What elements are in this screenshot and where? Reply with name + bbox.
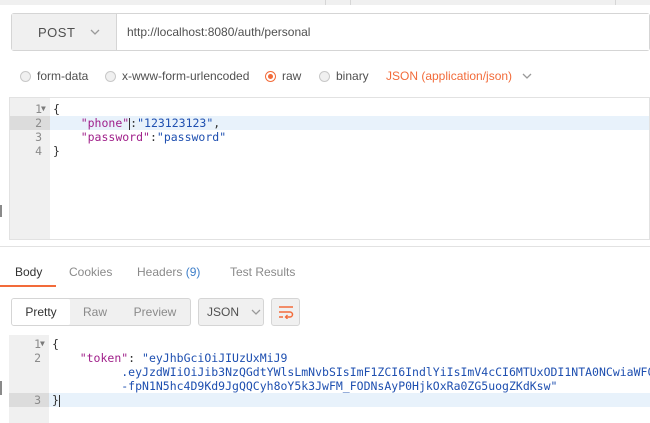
method-label: POST (38, 24, 76, 40)
option-label: binary (336, 69, 369, 83)
binary-option[interactable]: binary (319, 69, 369, 83)
text-cursor (58, 394, 60, 407)
pretty-button[interactable]: Pretty (12, 299, 70, 325)
comma: , (213, 116, 221, 130)
json-string-continued: -fpN1N5hc4D9Kd9JgQQCyh8oY5k3JwFM_FODNsAy… (121, 379, 558, 393)
radio-icon[interactable] (319, 70, 330, 82)
raw-option[interactable]: raw (265, 69, 301, 83)
code-line: 2 "token": "eyJhbGciOiJIUzUxMiJ9 (9, 351, 650, 365)
body-type-options: form-data x-www-form-urlencoded raw bina… (0, 62, 650, 90)
edge-marker (0, 205, 2, 217)
response-format-select[interactable]: JSON (198, 298, 264, 326)
chevron-down-icon (251, 309, 261, 315)
json-string-continued: .eyJzdWIiOiJib3NzQGdtYWlsLmNvbSIsImF1ZCI… (121, 365, 650, 379)
tab-headers[interactable]: Headers (9) (137, 265, 200, 279)
request-body-editor[interactable]: 1 ▼ { 2 "phone":"123123123", 3 "password… (9, 97, 650, 240)
response-view-toggle: Pretty Raw Preview (11, 298, 191, 326)
wrap-lines-icon (278, 306, 293, 319)
chevron-down-icon (90, 29, 100, 35)
radio-icon[interactable] (20, 70, 31, 82)
option-label: raw (282, 69, 302, 83)
tab-strip (0, 0, 650, 5)
pane-divider[interactable] (0, 246, 650, 247)
method-select[interactable]: POST (12, 14, 117, 50)
open-brace: { (53, 102, 60, 116)
option-label: x-www-form-urlencoded (122, 69, 250, 83)
option-label: form-data (37, 69, 89, 83)
format-label: JSON (207, 305, 240, 319)
raw-button[interactable]: Raw (70, 299, 120, 325)
close-brace: } (53, 144, 60, 158)
colon: : (149, 130, 157, 144)
json-string: "123123123" (137, 116, 214, 130)
edge-marker (0, 381, 2, 395)
line-number: 4 (35, 144, 42, 158)
open-brace: { (52, 337, 59, 351)
json-key: "token" (79, 351, 129, 365)
wrap-lines-button[interactable] (271, 298, 300, 326)
tab-divider (615, 0, 616, 5)
code-line-wrapped: .eyJzdWIiOiJib3NzQGdtYWlsLmNvbSIsImF1ZCI… (9, 365, 650, 379)
code-line: 3 "password":"password" (10, 130, 649, 144)
code-line-wrapped: -fpN1N5hc4D9Kd9JgQQCyh8oY5k3JwFM_FODNsAy… (9, 379, 650, 393)
line-number: 2 (34, 351, 41, 365)
json-key: "phone" (80, 116, 130, 130)
code-line: 3 } (9, 393, 650, 407)
active-tab-indicator (0, 285, 56, 287)
urlencoded-option[interactable]: x-www-form-urlencoded (105, 69, 249, 83)
tab-cookies[interactable]: Cookies (69, 265, 112, 279)
fold-arrow-icon[interactable]: ▼ (40, 337, 45, 351)
request-url-bar: POST (11, 13, 650, 51)
json-string: "password" (156, 130, 227, 144)
code-line: 1 ▼ { (9, 337, 650, 351)
line-number: 3 (35, 130, 42, 144)
url-input[interactable] (117, 14, 649, 50)
tab-test-results[interactable]: Test Results (230, 265, 295, 279)
response-body-viewer[interactable]: 1 ▼ { 2 "token": "eyJhbGciOiJIUzUxMiJ9 .… (9, 335, 650, 423)
response-tabs: Body Cookies Headers (9) Test Results (0, 257, 650, 287)
fold-arrow-icon[interactable]: ▼ (41, 102, 46, 116)
radio-icon[interactable] (105, 70, 116, 82)
code-line: 1 ▼ { (10, 102, 649, 116)
tab-divider (325, 0, 326, 5)
line-number: 2 (10, 116, 50, 130)
tab-body[interactable]: Body (15, 265, 42, 279)
json-string: "eyJhbGciOiJIUzUxMiJ9 (142, 351, 288, 365)
preview-button[interactable]: Preview (120, 299, 190, 325)
line-number: 3 (9, 393, 49, 407)
chevron-down-icon (522, 73, 532, 79)
radio-selected-icon[interactable] (265, 70, 276, 82)
code-line: 4 } (10, 144, 649, 158)
content-type-label: JSON (application/json) (386, 69, 513, 83)
form-data-option[interactable]: form-data (20, 69, 88, 83)
headers-count-badge: (9) (185, 265, 201, 279)
tab-divider (350, 0, 351, 5)
close-brace: } (52, 393, 59, 407)
json-key: "password" (80, 130, 150, 144)
content-type-select[interactable]: JSON (application/json) (386, 69, 533, 83)
code-line: 2 "phone":"123123123", (10, 116, 649, 130)
tab-headers-label: Headers (137, 265, 183, 279)
